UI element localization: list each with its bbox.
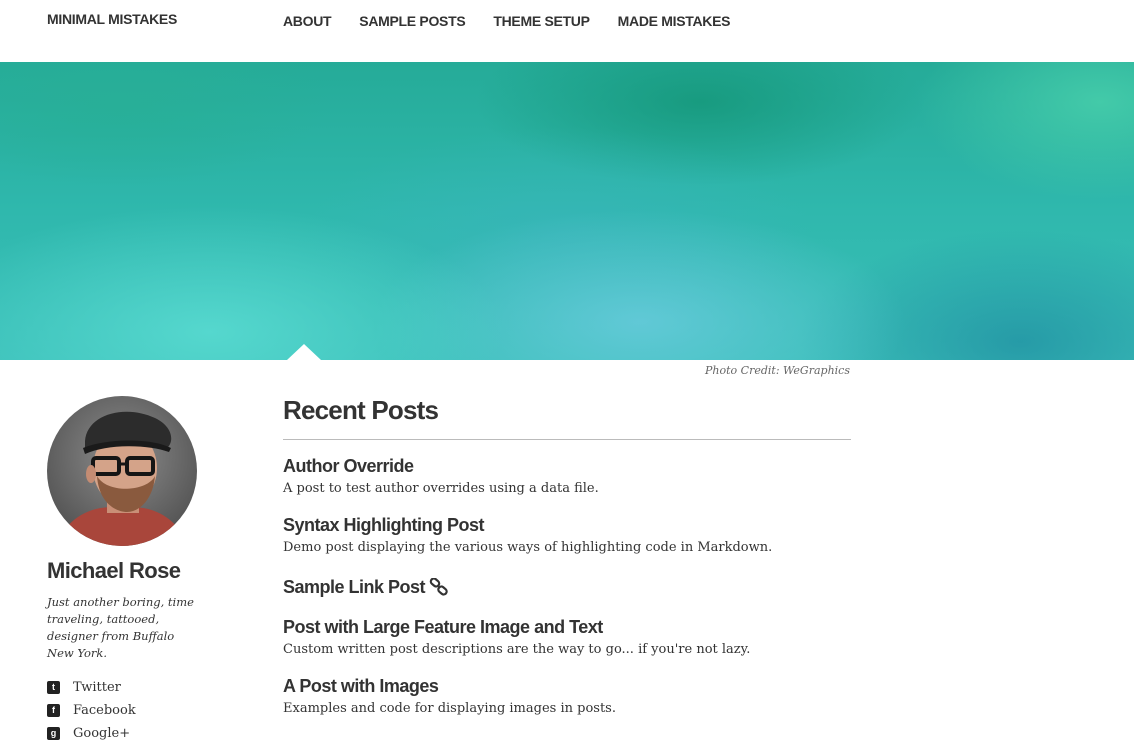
author-sidebar: Michael Rose Just another boring, time t… [47,396,227,745]
nav-item-theme-setup: THEME SETUP [493,11,590,30]
author-name: Michael Rose [47,558,181,583]
social-link-twitter[interactable]: Twitter [73,680,121,695]
google-plus-icon: g [47,727,60,740]
photo-credit-link[interactable]: WeGraphics [783,364,850,377]
post-title: Author Override [283,455,851,477]
social-link-facebook[interactable]: Facebook [73,703,136,718]
post-excerpt: Examples and code for displaying images … [283,701,616,716]
facebook-icon: f [47,704,60,717]
nav-item-made-mistakes: MADE MISTAKES [618,11,731,30]
nav-link-about[interactable]: ABOUT [283,13,332,29]
post-title-link[interactable]: Syntax Highlighting Post [283,514,485,536]
twitter-icon: t [47,681,60,694]
post-item: Author Override A post to test author ov… [283,455,851,499]
photo-credit: Photo Credit: WeGraphics [705,364,850,377]
post-excerpt: Demo post displaying the various ways of… [283,540,773,555]
post-excerpt: Custom written post descriptions are the… [283,642,751,657]
section-title: Recent Posts [283,390,851,440]
post-item: Syntax Highlighting Post Demo post displ… [283,514,851,558]
social-item-facebook: f Facebook [47,699,227,722]
top-navigation: MINIMAL MISTAKES ABOUT SAMPLE POSTS THEM… [0,0,1134,62]
nav-link-made-mistakes[interactable]: MADE MISTAKES [618,13,731,29]
nav-link-sample-posts[interactable]: SAMPLE POSTS [359,13,465,29]
post-title: Sample Link Post [283,576,851,598]
social-links: t Twitter f Facebook g Google+ [47,676,227,745]
post-title: Syntax Highlighting Post [283,514,851,536]
link-icon[interactable] [429,578,449,596]
main-content: Recent Posts Author Override A post to t… [283,390,851,719]
post-title-link[interactable]: Author Override [283,455,414,477]
post-item: Post with Large Feature Image and Text C… [283,616,851,660]
post-title: Post with Large Feature Image and Text [283,616,851,638]
author-avatar [47,396,197,546]
post-title-link[interactable]: Post with Large Feature Image and Text [283,616,603,638]
post-title-link[interactable]: A Post with Images [283,675,439,697]
post-excerpt: A post to test author overrides using a … [283,481,599,496]
photo-credit-prefix: Photo Credit: [705,364,784,377]
social-link-google-plus[interactable]: Google+ [73,726,130,741]
author-bio: Just another boring, time traveling, tat… [47,595,194,660]
nav-link-theme-setup[interactable]: THEME SETUP [493,13,590,29]
post-title-link[interactable]: Sample Link Post [283,576,426,598]
post-item: Sample Link Post [283,576,851,598]
social-item-twitter: t Twitter [47,676,227,699]
post-title: A Post with Images [283,675,851,697]
feature-banner-image [0,62,1134,360]
nav-item-sample-posts: SAMPLE POSTS [359,11,465,30]
nav-links: ABOUT SAMPLE POSTS THEME SETUP MADE MIST… [283,11,758,30]
post-item: A Post with Images Examples and code for… [283,675,851,719]
nav-item-about: ABOUT [283,11,332,30]
banner-notch [287,344,321,360]
social-item-google-plus: g Google+ [47,722,227,745]
site-title-link[interactable]: MINIMAL MISTAKES [47,11,177,27]
